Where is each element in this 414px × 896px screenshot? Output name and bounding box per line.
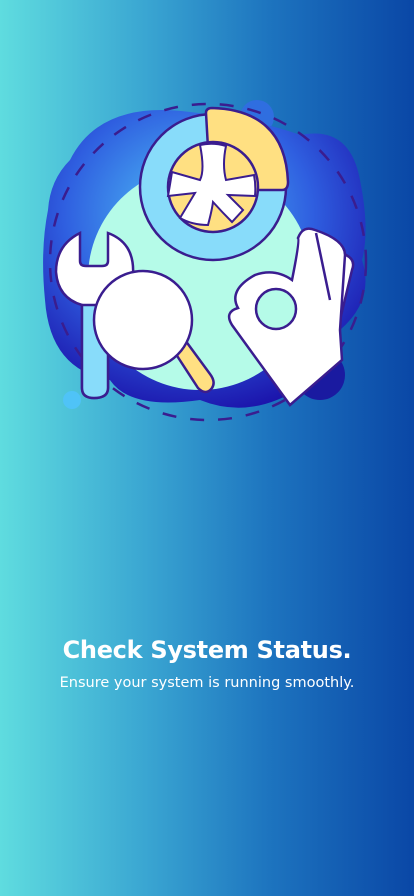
onboarding-subtitle: Ensure your system is running smoothly.	[59, 675, 355, 691]
onboarding-title: Check System Status.	[62, 636, 352, 664]
system-check-illustration	[43, 100, 368, 422]
